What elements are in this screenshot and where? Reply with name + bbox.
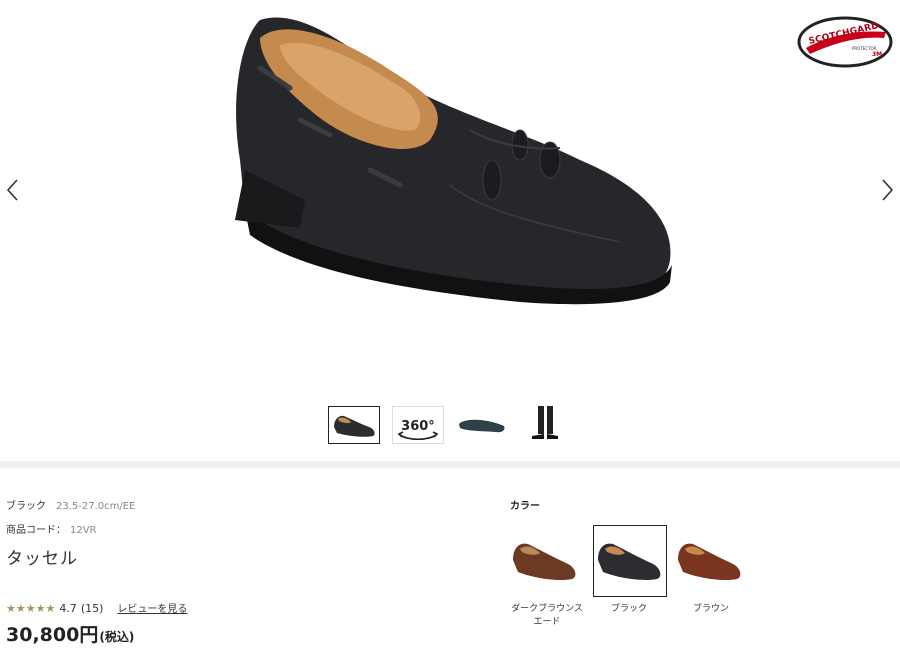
color-section-label: カラー (510, 501, 540, 512)
carousel-prev-button[interactable] (2, 176, 26, 204)
price-value: 30,800円 (6, 624, 99, 646)
product-color-size: ブラック 23.5-27.0cm/EE (6, 497, 135, 512)
black-loafer-icon (598, 543, 661, 581)
color-swatch-dark-brown-suede[interactable] (508, 525, 582, 597)
color-swatch-black[interactable] (593, 525, 667, 597)
price-tax-note: (税込) (99, 630, 135, 644)
product-title: タッセル (6, 549, 78, 569)
scotchgard-logo: SCOTCHGARD PROTECTOR 3M (796, 14, 894, 70)
main-product-image (235, 17, 672, 305)
review-count: (15) (80, 602, 104, 615)
swatch-label-dark-brown-suede: ダークブラウンス エード (502, 603, 592, 629)
product-code-value: 12VR (70, 525, 97, 536)
product-image-carousel: SCOTCHGARD PROTECTOR 3M (0, 0, 900, 400)
carousel-next-button[interactable] (874, 176, 898, 204)
thumbnail-shoe[interactable] (328, 406, 380, 444)
product-price: 30,800円(税込) (6, 620, 134, 647)
chevron-left-icon (6, 179, 18, 201)
swatch-label-brown: ブラウン (692, 604, 729, 614)
thumbnail-360[interactable]: 360° (392, 406, 444, 444)
thumbnail-sole[interactable] (456, 406, 508, 444)
rating-value: 4.7 (59, 602, 77, 615)
review-link[interactable]: レビューを見る (117, 604, 187, 615)
color-swatch-brown[interactable] (673, 525, 747, 597)
swatch-label-line2: エード (533, 617, 561, 627)
dark-brown-loafer-icon (513, 543, 576, 581)
color-name: ブラック (6, 501, 46, 512)
rotate-360-icon: 360° (392, 406, 444, 444)
product-code-label: 商品コード： (6, 525, 66, 536)
thumbnail-worn[interactable] (520, 406, 572, 444)
svg-text:360°: 360° (401, 419, 435, 434)
chevron-right-icon (882, 179, 894, 201)
swatch-label-line1: ダークブラウンス (511, 604, 583, 614)
shoe-thumb-icon (334, 415, 375, 437)
size-range: 23.5-27.0cm/EE (56, 501, 136, 512)
swatch-label-black: ブラック (610, 604, 647, 614)
product-code: 商品コード： 12VR (6, 521, 97, 536)
worn-legs-icon (532, 406, 558, 439)
shoe-sole-icon (459, 419, 505, 433)
rating-stars-icon: ★★★★★ (6, 602, 56, 615)
brown-loafer-icon (678, 543, 741, 581)
badge-maker-text: 3M (872, 51, 883, 58)
section-divider (0, 461, 900, 468)
rating-row: ★★★★★ 4.7 (15) レビューを見る (6, 600, 187, 616)
